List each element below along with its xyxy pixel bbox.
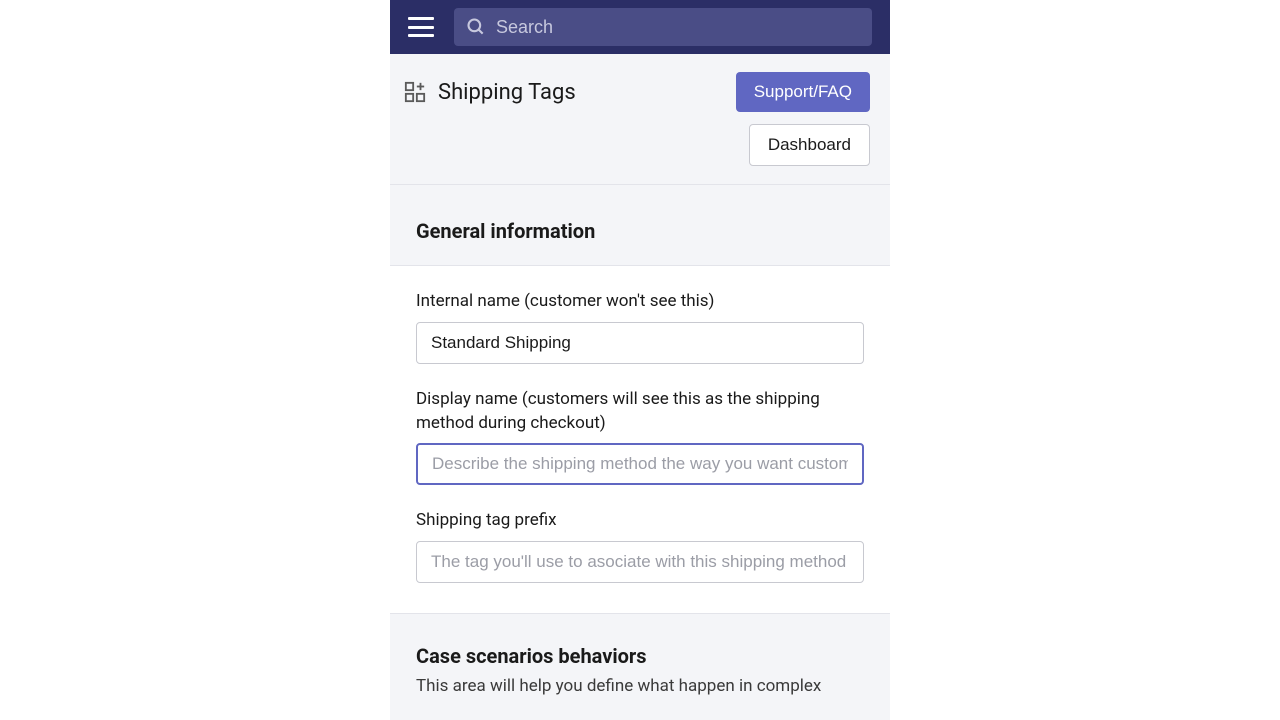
dashboard-button[interactable]: Dashboard	[749, 124, 870, 166]
page-title: Shipping Tags	[438, 80, 576, 105]
page-header-row2: Dashboard	[404, 124, 870, 166]
menu-icon[interactable]	[408, 17, 434, 37]
section-cases-header: Case scenarios behaviors This area will …	[390, 613, 890, 709]
page-header: Shipping Tags Support/FAQ Dashboard	[390, 54, 890, 185]
field-tag-prefix: Shipping tag prefix	[416, 509, 864, 583]
topbar	[390, 0, 890, 54]
display-name-input[interactable]	[416, 443, 864, 485]
section-cases-title: Case scenarios behaviors	[416, 644, 864, 668]
field-internal-name: Internal name (customer won't see this)	[416, 290, 864, 364]
tag-prefix-input[interactable]	[416, 541, 864, 583]
search-field[interactable]	[454, 8, 872, 46]
field-display-name: Display name (customers will see this as…	[416, 388, 864, 486]
support-faq-button[interactable]: Support/FAQ	[736, 72, 870, 112]
grid-plus-icon	[404, 81, 426, 103]
section-cases-description: This area will help you define what happ…	[416, 674, 864, 699]
section-general-title: General information	[416, 219, 864, 243]
app-frame: Shipping Tags Support/FAQ Dashboard Gene…	[390, 0, 890, 720]
display-name-label: Display name (customers will see this as…	[416, 388, 864, 436]
internal-name-label: Internal name (customer won't see this)	[416, 290, 864, 314]
section-general-header: General information	[390, 185, 890, 266]
internal-name-input[interactable]	[416, 322, 864, 364]
search-icon	[466, 17, 486, 37]
title-group: Shipping Tags	[404, 80, 576, 105]
page-header-row: Shipping Tags Support/FAQ	[404, 72, 870, 112]
tag-prefix-label: Shipping tag prefix	[416, 509, 864, 533]
search-input[interactable]	[496, 17, 860, 38]
form-body: Internal name (customer won't see this) …	[390, 266, 890, 613]
